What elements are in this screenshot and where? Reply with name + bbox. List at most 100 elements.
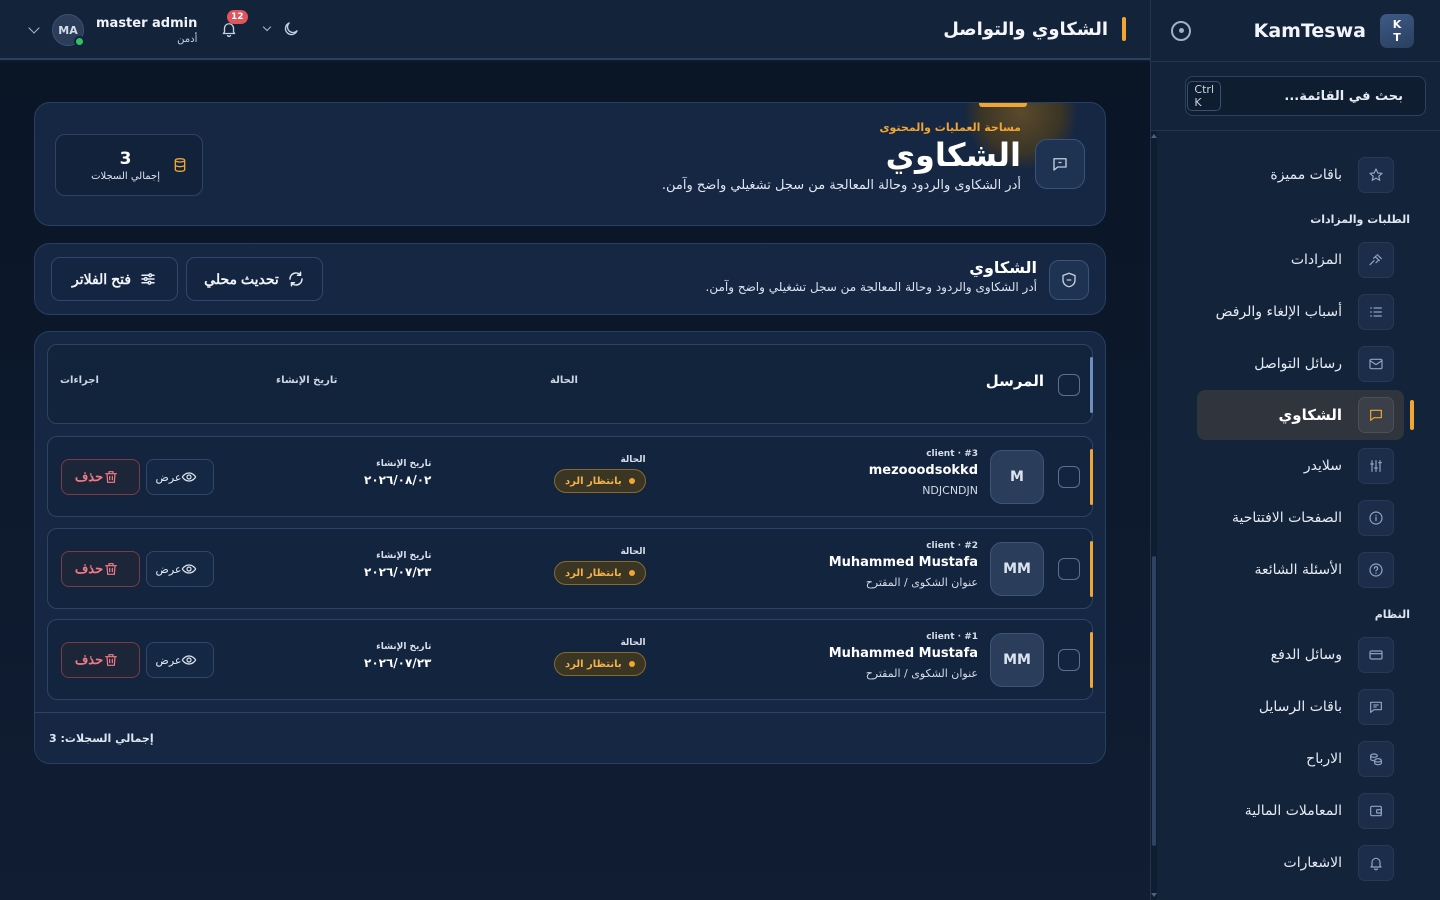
scroll-down-icon[interactable] bbox=[1151, 893, 1157, 897]
status-badge: بانتظار الرد bbox=[554, 469, 646, 493]
row-subject: NDJCNDJN bbox=[922, 484, 978, 497]
table-row[interactable]: MM client · #1 Muhammed Mustafa عنوان ال… bbox=[47, 619, 1093, 700]
sidebar-scroll-thumb[interactable] bbox=[1152, 556, 1156, 846]
complaints-table: المرسل الحالة تاريخ الإنشاء اجراءات M cl… bbox=[34, 331, 1106, 764]
mail-icon bbox=[1358, 346, 1394, 382]
row-date: تاريخ الإنشاء ٢٠٢٦/٠٧/٢٣ bbox=[364, 642, 431, 670]
sidebar-item-complaints[interactable]: الشكاوي bbox=[1197, 390, 1414, 440]
main-content: مساحة العمليات والمحتوى الشكاوي أدر الشك… bbox=[0, 62, 1150, 900]
stat-label: إجمالي السجلات bbox=[91, 170, 160, 182]
sidebar-item-contact-messages[interactable]: رسائل التواصل bbox=[1151, 338, 1440, 390]
delete-button[interactable]: حذف bbox=[61, 459, 140, 495]
filter-sliders-icon bbox=[141, 273, 155, 285]
sidebar-item-message-packages[interactable]: باقات الرسايل bbox=[1151, 681, 1440, 733]
sidebar-item-label: باقات مميزة bbox=[1270, 167, 1342, 183]
sidebar-brand: K T KamTeswa bbox=[1151, 0, 1440, 62]
row-date: تاريخ الإنشاء ٢٠٢٦/٠٨/٠٢ bbox=[364, 459, 431, 487]
sidebar-item-label: أسباب الإلغاء والرفض bbox=[1215, 304, 1342, 320]
row-sender-name: Muhammed Mustafa bbox=[828, 646, 978, 661]
search-shortcut: Ctrl K bbox=[1187, 81, 1221, 111]
view-label: عرض bbox=[155, 471, 182, 484]
avatar: MM bbox=[990, 633, 1044, 687]
table-row[interactable]: MM client · #2 Muhammed Mustafa عنوان ال… bbox=[47, 528, 1093, 609]
user-menu[interactable]: MA master admin أدمن bbox=[28, 10, 197, 50]
view-label: عرض bbox=[155, 654, 182, 667]
refresh-icon bbox=[289, 271, 303, 287]
table-header: المرسل الحالة تاريخ الإنشاء اجراءات bbox=[47, 344, 1093, 424]
row-status: الحالة بانتظار الرد bbox=[554, 638, 646, 676]
hero-eyebrow: مساحة العمليات والمحتوى bbox=[879, 121, 1021, 134]
row-checkbox[interactable] bbox=[1058, 466, 1080, 488]
sidebar-item-profits[interactable]: الارباح bbox=[1151, 733, 1440, 785]
question-icon bbox=[1358, 552, 1394, 588]
notifications-button[interactable]: 12 bbox=[220, 10, 248, 38]
sidebar-item-cancel-reasons[interactable]: أسباب الإلغاء والرفض bbox=[1151, 286, 1440, 338]
hero-description: أدر الشكاوى والردود وحالة المعالجة من سج… bbox=[661, 178, 1021, 193]
sidebar-nav: باقات مميزة الطلبات والمزادات المزادات أ… bbox=[1151, 131, 1440, 900]
topbar: MA master admin أدمن 12 الشكاوي والتواصل bbox=[0, 0, 1150, 60]
row-sender-name: Muhammed Mustafa bbox=[828, 555, 978, 570]
sidebar-search: Ctrl K bbox=[1185, 76, 1426, 116]
sidebar-item-financial-transactions[interactable]: المعاملات المالية bbox=[1151, 785, 1440, 837]
view-button[interactable]: عرض bbox=[146, 459, 214, 495]
chevron-down-icon[interactable] bbox=[28, 22, 40, 34]
sidebar-section-requests: الطلبات والمزادات bbox=[1310, 213, 1410, 226]
sidebar-item-payment-methods[interactable]: وسائل الدفع bbox=[1151, 629, 1440, 681]
theme-toggle[interactable] bbox=[262, 20, 300, 38]
sidebar-item-faq[interactable]: الأسئلة الشائعة bbox=[1151, 544, 1440, 596]
stat-text: 3 إجمالي السجلات bbox=[91, 149, 160, 182]
avatar[interactable]: MA bbox=[52, 14, 85, 47]
delete-label: حذف bbox=[74, 652, 104, 667]
sidebar: K T KamTeswa Ctrl K باقات مميزة الطلبات … bbox=[1150, 0, 1440, 900]
row-sender-info: client · #3 mezooodsokkd NDJCNDJN bbox=[869, 449, 978, 497]
scroll-up-icon[interactable] bbox=[1151, 134, 1157, 138]
online-status-icon bbox=[74, 36, 85, 47]
sidebar-collapse-icon[interactable] bbox=[1171, 20, 1191, 41]
hero-card: مساحة العمليات والمحتوى الشكاوي أدر الشك… bbox=[34, 102, 1106, 226]
list-icon bbox=[1358, 294, 1394, 330]
page-title: الشكاوي والتواصل bbox=[943, 16, 1126, 42]
avatar: MM bbox=[990, 542, 1044, 596]
stat-value: 3 bbox=[119, 148, 132, 169]
trash-icon bbox=[105, 654, 118, 666]
chevron-down-icon[interactable] bbox=[262, 22, 272, 32]
row-checkbox[interactable] bbox=[1058, 558, 1080, 580]
sidebar-section-system: النظام bbox=[1374, 608, 1410, 621]
user-role: أدمن bbox=[177, 33, 198, 45]
select-all-checkbox[interactable] bbox=[1058, 374, 1080, 396]
delete-button[interactable]: حذف bbox=[61, 642, 140, 678]
row-status: الحالة بانتظار الرد bbox=[554, 455, 646, 493]
status-badge: بانتظار الرد bbox=[554, 652, 646, 676]
user-info: master admin أدمن bbox=[96, 16, 197, 45]
sidebar-item-label: الاشعارات bbox=[1283, 855, 1342, 871]
refresh-label: تحديث محلي bbox=[204, 270, 279, 287]
row-status-label: الحالة bbox=[620, 455, 646, 465]
delete-label: حذف bbox=[74, 561, 104, 576]
delete-button[interactable]: حذف bbox=[61, 551, 140, 587]
sidebar-scrollbar[interactable] bbox=[1151, 131, 1157, 900]
row-subject: عنوان الشكوى / المقترح bbox=[865, 667, 978, 680]
sidebar-item-label: باقات الرسايل bbox=[1258, 699, 1342, 715]
row-date: تاريخ الإنشاء ٢٠٢٦/٠٧/٢٣ bbox=[364, 551, 431, 579]
sidebar-item-onboarding-pages[interactable]: الصفحات الافتتاحية bbox=[1151, 492, 1440, 544]
sidebar-item-auctions[interactable]: المزادات bbox=[1151, 234, 1440, 286]
eye-icon bbox=[182, 472, 197, 482]
hero-accent-bar bbox=[979, 103, 1027, 107]
sidebar-item-featured-packages[interactable]: باقات مميزة bbox=[1151, 149, 1440, 201]
brand-logo[interactable]: K T bbox=[1380, 13, 1414, 48]
row-sender-info: client · #2 Muhammed Mustafa عنوان الشكو… bbox=[829, 541, 978, 589]
row-checkbox[interactable] bbox=[1058, 649, 1080, 671]
refresh-button[interactable]: تحديث محلي bbox=[186, 257, 323, 301]
coins-icon bbox=[1358, 741, 1394, 777]
sidebar-item-slider[interactable]: سلايدر bbox=[1151, 440, 1440, 492]
sidebar-item-label: رسائل التواصل bbox=[1254, 356, 1342, 372]
view-button[interactable]: عرض bbox=[146, 642, 214, 678]
view-button[interactable]: عرض bbox=[146, 551, 214, 587]
table-row[interactable]: M client · #3 mezooodsokkd NDJCNDJN الحا… bbox=[47, 436, 1093, 517]
row-date-label: تاريخ الإنشاء bbox=[376, 551, 432, 561]
brand-name: KamTeswa bbox=[1253, 19, 1366, 42]
open-filters-button[interactable]: فتح الفلاتر bbox=[51, 257, 178, 301]
toolbar-card: الشكاوي أدر الشكاوى والردود وحالة المعال… bbox=[34, 243, 1106, 315]
sidebar-search-input[interactable] bbox=[1221, 88, 1403, 104]
sidebar-item-notifications[interactable]: الاشعارات bbox=[1151, 837, 1440, 889]
